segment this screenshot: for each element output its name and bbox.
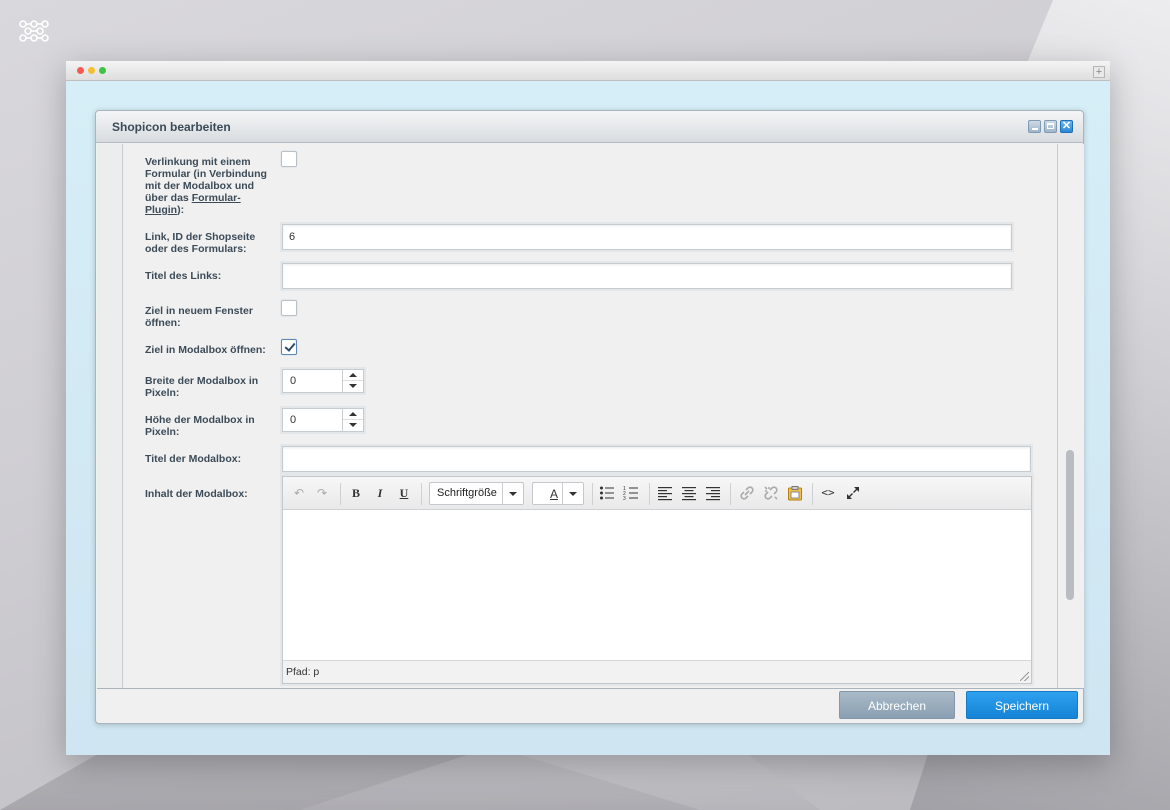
scroll-thumb[interactable] — [1066, 450, 1074, 600]
source-code-icon[interactable]: <> — [820, 485, 836, 501]
modalbox-title-input[interactable] — [282, 446, 1031, 472]
modalbox-open-checkbox[interactable] — [281, 339, 297, 355]
fullscreen-icon[interactable] — [845, 485, 861, 501]
chevron-down-icon[interactable] — [502, 483, 523, 504]
link-form-checkbox[interactable] — [281, 151, 297, 167]
dialog-body[interactable]: Verlinkung mit einem Formular (in Verbin… — [97, 144, 1084, 689]
resize-grip-icon[interactable] — [1020, 672, 1029, 681]
minimize-icon[interactable] — [1028, 120, 1041, 133]
modalbox-content-label: Inhalt der Modalbox: — [145, 488, 248, 500]
app-logo-icon[interactable] — [18, 18, 50, 44]
modalbox-height-value[interactable]: 0 — [290, 414, 296, 426]
editor-path: Pfad: p — [286, 666, 320, 678]
maximize-icon[interactable] — [1044, 120, 1057, 133]
decrement-arrow-icon[interactable] — [343, 381, 363, 392]
link-title-label: Titel des Links: — [145, 270, 222, 282]
redo-icon[interactable]: ↷ — [314, 485, 330, 501]
undo-icon[interactable]: ↶ — [291, 485, 307, 501]
modalbox-width-stepper[interactable]: 0 — [282, 369, 364, 393]
save-button[interactable]: Speichern — [966, 691, 1078, 719]
modalbox-height-stepper[interactable]: 0 — [282, 408, 364, 432]
close-window-button[interactable] — [77, 67, 84, 74]
bold-icon[interactable]: B — [348, 485, 364, 501]
modalbox-width-value[interactable]: 0 — [290, 375, 296, 387]
bullet-list-icon[interactable] — [599, 485, 615, 501]
link-id-input[interactable]: 6 — [282, 224, 1012, 250]
increment-arrow-icon[interactable] — [343, 409, 363, 420]
close-icon[interactable]: ✕ — [1060, 120, 1073, 133]
link-title-input[interactable] — [282, 263, 1012, 289]
editor-toolbar: ↶ ↷ B I U Schriftgröße A 1 2 3 <> — [283, 477, 1031, 510]
minimize-window-button[interactable] — [88, 67, 95, 74]
window-titlebar[interactable]: + — [66, 61, 1110, 81]
dialog-header[interactable]: Shopicon bearbeiten ✕ — [96, 111, 1083, 143]
editor-status-bar: Pfad: p — [283, 660, 1031, 683]
text-color-icon: A — [549, 487, 558, 501]
align-center-icon[interactable] — [681, 485, 697, 501]
modalbox-height-label: Höhe der Modalbox in Pixeln: — [145, 414, 255, 438]
new-window-label: Ziel in neuem Fenster öffnen: — [145, 305, 253, 329]
new-window-checkbox[interactable] — [281, 300, 297, 316]
app-window: + Shopicon bearbeiten ✕ Verlinkung mit e… — [66, 61, 1110, 755]
edit-shopicon-dialog: Shopicon bearbeiten ✕ Verlinkung mit ein… — [95, 110, 1084, 724]
link-icon[interactable] — [739, 485, 755, 501]
modalbox-title-label: Titel der Modalbox: — [145, 453, 242, 465]
text-color-select[interactable]: A — [532, 482, 584, 505]
underline-icon[interactable]: U — [396, 485, 412, 501]
link-id-label: Link, ID der Shopseite oder des Formular… — [145, 231, 256, 255]
modalbox-open-label: Ziel in Modalbox öffnen: — [145, 344, 266, 356]
cancel-button[interactable]: Abbrechen — [839, 691, 955, 719]
font-size-select[interactable]: Schriftgröße — [429, 482, 524, 505]
dialog-footer: Abbrechen Speichern — [96, 688, 1083, 723]
zoom-window-button[interactable] — [99, 67, 106, 74]
align-left-icon[interactable] — [657, 485, 673, 501]
numbered-list-icon[interactable]: 123 — [623, 485, 639, 501]
svg-text:3: 3 — [623, 496, 626, 501]
new-tab-plus-icon[interactable]: + — [1093, 66, 1105, 78]
paste-icon[interactable] — [787, 485, 803, 501]
modalbox-width-label: Breite der Modalbox in Pixeln: — [145, 375, 259, 399]
italic-icon[interactable]: I — [372, 485, 388, 501]
unlink-icon[interactable] — [763, 485, 779, 501]
increment-arrow-icon[interactable] — [343, 370, 363, 381]
rich-text-editor: ↶ ↷ B I U Schriftgröße A 1 2 3 <> Pfad: … — [282, 476, 1032, 684]
dialog-scrollbar[interactable] — [1058, 144, 1084, 688]
chevron-down-icon[interactable] — [562, 483, 583, 504]
align-right-icon[interactable] — [705, 485, 721, 501]
editor-content-area[interactable] — [283, 510, 1031, 660]
link-form-label: Verlinkung mit einem Formular (in Verbin… — [145, 156, 267, 216]
dialog-title: Shopicon bearbeiten — [112, 120, 231, 134]
decrement-arrow-icon[interactable] — [343, 420, 363, 431]
